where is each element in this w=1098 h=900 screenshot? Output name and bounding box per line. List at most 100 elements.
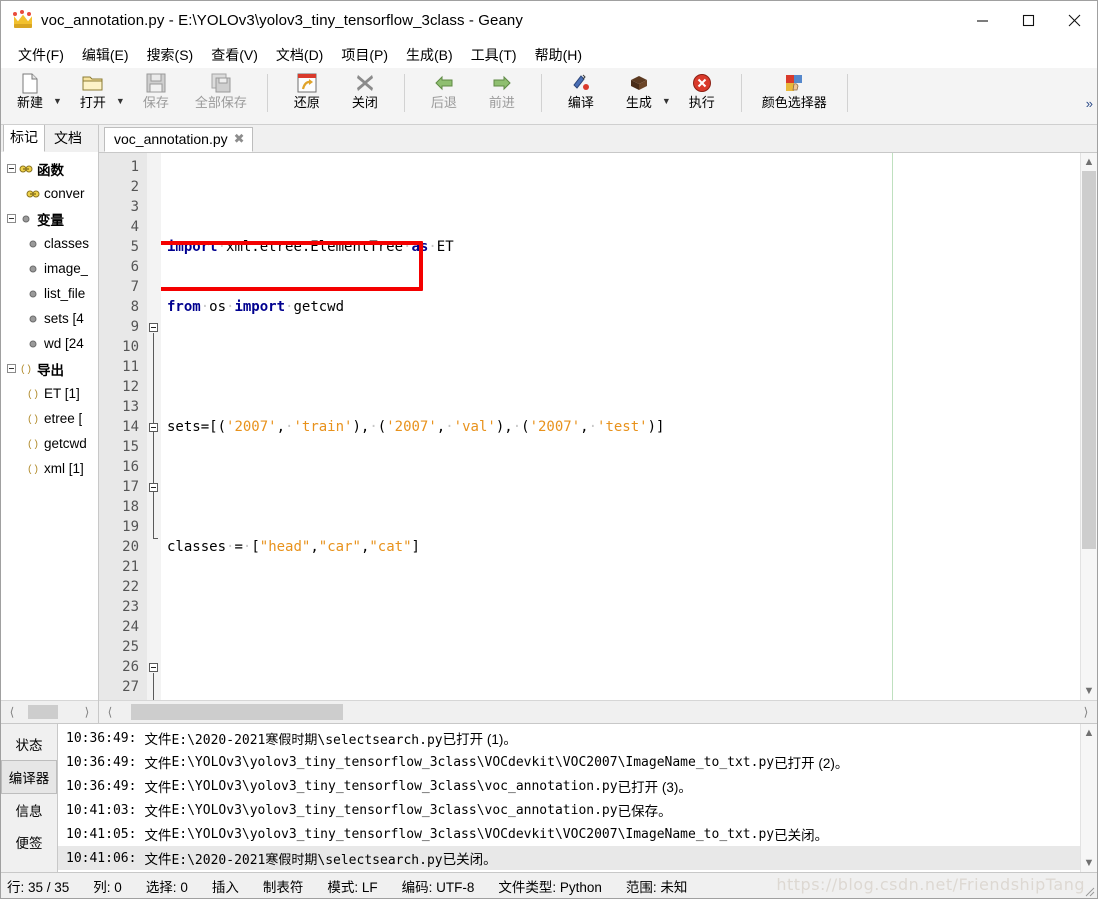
line-number: 18: [122, 499, 139, 515]
toolbar-compile-button[interactable]: 编译: [552, 68, 610, 110]
scroll-right-icon[interactable]: ⟩: [1075, 705, 1097, 719]
message-suffix: 已打开 (2)。: [774, 756, 849, 771]
fold-toggle-icon[interactable]: [149, 323, 158, 332]
tree-item-list-file[interactable]: list_file: [1, 281, 98, 306]
scroll-left-icon[interactable]: ⟨: [1, 705, 23, 719]
message-row[interactable]: 10:36:49: 文件 E:\2020-2021寒假时期\selectsearc…: [58, 726, 1080, 750]
message-vertical-scrollbar[interactable]: ▲ ▼: [1080, 724, 1097, 872]
tree-item-xml[interactable]: () xml [1]: [1, 456, 98, 481]
tree-group-variables[interactable]: 变量: [1, 206, 98, 231]
build-dropdown-arrow-icon[interactable]: ▼: [662, 97, 671, 120]
message-row[interactable]: 10:41:06: 文件 E:\2020-2021寒假时期\selectsearc…: [58, 846, 1080, 870]
editor-scroll-track[interactable]: [1081, 171, 1097, 682]
toolbar-back-button[interactable]: 后退: [415, 68, 473, 110]
new-dropdown-arrow-icon[interactable]: ▼: [53, 97, 62, 120]
status-line: 行: 35 / 35: [7, 879, 70, 895]
message-tab-status[interactable]: 状态: [1, 728, 57, 760]
message-tab-compiler[interactable]: 编译器: [1, 760, 57, 794]
menu-document[interactable]: 文档(D): [267, 42, 332, 68]
toolbar-save-all-button[interactable]: 全部保存: [185, 68, 257, 110]
message-tab-messages[interactable]: 信息: [1, 794, 57, 826]
toolbar-forward-label: 前进: [488, 95, 515, 110]
editor-hscroll-track[interactable]: [121, 704, 1075, 720]
fold-margin[interactable]: [147, 153, 161, 700]
sidebar-tab-documents[interactable]: 文档: [47, 124, 89, 152]
message-path: E:\YOLOv3\yolov3_tiny_tensorflow_3class\…: [171, 778, 618, 794]
toolbar-new-label: 新建: [16, 95, 43, 110]
fold-toggle-icon[interactable]: [149, 663, 158, 672]
editor-horizontal-scrollbar[interactable]: ⟨ ⟩: [99, 700, 1097, 723]
toolbar-close-button[interactable]: 关闭: [336, 68, 394, 110]
editor-hscroll-thumb[interactable]: [131, 704, 343, 720]
editor-tab-voc-annotation[interactable]: voc_annotation.py ✖: [104, 127, 253, 152]
line-number: 25: [122, 639, 139, 655]
tree-item-sets[interactable]: sets [4: [1, 306, 98, 331]
scroll-up-icon[interactable]: ▲: [1084, 724, 1095, 742]
message-row[interactable]: 10:41:05: 文件 E:\YOLOv3\yolov3_tiny_tensor…: [58, 822, 1080, 846]
toolbar-build-button[interactable]: 生成: [610, 68, 668, 110]
svg-text:(): (): [27, 414, 39, 425]
message-row[interactable]: 10:36:49: 文件 E:\YOLOv3\yolov3_tiny_tensor…: [58, 750, 1080, 774]
scroll-left-icon[interactable]: ⟨: [99, 705, 121, 719]
maximize-button[interactable]: [1005, 1, 1051, 40]
tree-item-image-ids[interactable]: image_: [1, 256, 98, 281]
open-dropdown-arrow-icon[interactable]: ▼: [116, 97, 125, 120]
tree-item-classes[interactable]: classes: [1, 231, 98, 256]
resize-grip-icon[interactable]: [1083, 885, 1095, 897]
scroll-down-icon[interactable]: ▼: [1084, 854, 1095, 872]
scroll-down-icon[interactable]: ▼: [1084, 682, 1095, 700]
message-row[interactable]: 10:41:03: 文件 E:\YOLOv3\yolov3_tiny_tensor…: [58, 798, 1080, 822]
collapse-toggle-icon[interactable]: [5, 214, 18, 223]
toolbar-run-button[interactable]: 执行: [673, 68, 731, 110]
toolbar-forward-button[interactable]: 前进: [473, 68, 531, 110]
fold-toggle-icon[interactable]: [149, 423, 158, 432]
menu-project[interactable]: 项目(P): [332, 42, 397, 68]
close-button[interactable]: [1051, 1, 1097, 40]
symbol-tree[interactable]: 函数 conver 变量 classes image_ list_file se…: [1, 152, 98, 700]
collapse-toggle-icon[interactable]: [5, 164, 18, 173]
message-list[interactable]: 10:36:49: 文件 E:\2020-2021寒假时期\selectsearc…: [58, 724, 1080, 872]
toolbar-overflow-icon[interactable]: »: [1086, 96, 1093, 111]
message-tab-scribble[interactable]: 便签: [1, 826, 57, 858]
close-tab-icon[interactable]: ✖: [234, 131, 245, 147]
sidebar: 标记 文档 函数 conver 变量 classes image_ list_f…: [1, 123, 99, 723]
tree-label: conver: [44, 186, 85, 201]
sidebar-scroll-thumb[interactable]: [28, 705, 58, 719]
line-number: 19: [122, 519, 139, 535]
minimize-button[interactable]: [959, 1, 1005, 40]
toolbar-new-button[interactable]: 新建: [1, 68, 59, 110]
menu-build[interactable]: 生成(B): [397, 42, 462, 68]
tree-label: getcwd: [44, 436, 87, 451]
message-row[interactable]: 10:36:49: 文件 E:\YOLOv3\yolov3_tiny_tensor…: [58, 774, 1080, 798]
editor-vertical-scrollbar[interactable]: ▲ ▼: [1080, 153, 1097, 700]
code-text[interactable]: import·xml.etree.ElementTree·as·ET from·…: [161, 153, 1080, 700]
fold-toggle-icon[interactable]: [149, 483, 158, 492]
menu-edit[interactable]: 编辑(E): [73, 42, 138, 68]
toolbar-color-picker-button[interactable]: 颜色选择器: [752, 68, 837, 110]
toolbar-open-button[interactable]: 打开: [64, 68, 122, 110]
tree-item-wd[interactable]: wd [24: [1, 331, 98, 356]
sidebar-scroll-track[interactable]: [23, 705, 76, 719]
status-column: 列: 0: [93, 879, 122, 895]
menu-help[interactable]: 帮助(H): [526, 42, 591, 68]
code-area[interactable]: 1 2 3 4 5 6 7 8 9 10 11 12 13 14 15 16 1…: [99, 153, 1097, 700]
collapse-toggle-icon[interactable]: [5, 364, 18, 373]
tree-item-convert-annotation[interactable]: conver: [1, 181, 98, 206]
scroll-up-icon[interactable]: ▲: [1084, 153, 1095, 171]
toolbar-revert-button[interactable]: 还原: [278, 68, 336, 110]
toolbar-save-button[interactable]: 保存: [127, 68, 185, 110]
tree-group-imports[interactable]: () 导出: [1, 356, 98, 381]
editor-scroll-thumb[interactable]: [1082, 171, 1096, 549]
scroll-right-icon[interactable]: ⟩: [76, 705, 98, 719]
menu-view[interactable]: 查看(V): [202, 42, 267, 68]
menu-search[interactable]: 搜索(S): [138, 42, 203, 68]
menu-tools[interactable]: 工具(T): [462, 42, 526, 68]
tree-item-getcwd[interactable]: () getcwd: [1, 431, 98, 456]
tree-item-et[interactable]: () ET [1]: [1, 381, 98, 406]
sidebar-tab-symbols[interactable]: 标记: [3, 123, 45, 152]
tree-item-etree[interactable]: () etree [: [1, 406, 98, 431]
tree-group-functions[interactable]: 函数: [1, 156, 98, 181]
import-icon: (): [25, 413, 41, 425]
menu-file[interactable]: 文件(F): [9, 42, 73, 68]
sidebar-horizontal-scrollbar[interactable]: ⟨ ⟩: [1, 700, 98, 723]
